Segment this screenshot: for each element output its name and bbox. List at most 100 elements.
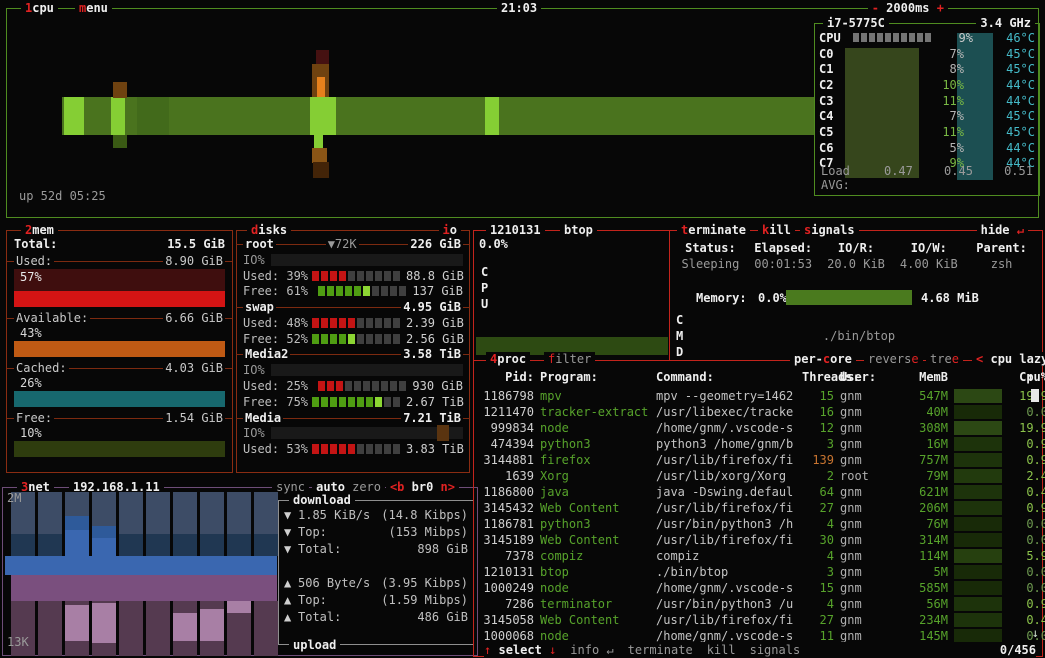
net-upload-column [200,601,224,656]
process-row[interactable]: 1186798mpvmpv --geometry=146215gnm547M19… [474,388,1034,404]
disks-io-toggle[interactable]: io [439,223,461,237]
process-row[interactable]: 3144881firefox/usr/lib/firefox/fi139gnm7… [474,452,1034,468]
per-core-toggle[interactable]: per-core [790,352,856,366]
mem-cached-bar [14,391,225,407]
cpu-graph-segment [314,135,323,149]
info-button[interactable]: info ↵ [570,643,613,657]
mem-stat-row: Cached:4.03 GiB [14,360,225,376]
disks-panel-title[interactable]: disks [247,223,291,237]
select-control[interactable]: ↑ select ↓ [484,643,556,657]
disk-io-row: IO% [243,252,463,268]
process-row[interactable]: 7378compizcompiz4gnm114M5.9 [474,548,1034,564]
disk-io-row: IO% [243,426,463,442]
sort-direction-icon[interactable]: ↑ [1027,370,1034,384]
detail-cpu-letter-u: U [481,297,488,311]
cpu-model: i7-5775C [823,16,889,30]
cpu-graph-segment [317,77,325,98]
cpu-graph-segment [310,97,336,135]
scroll-down-icon[interactable]: ↓ [1032,626,1039,640]
signals-button[interactable]: signals [800,223,859,237]
net-info-box: download upload ▼1.85 KiB/s(14.8 Kibps)▼… [278,500,474,645]
signals-footer-button[interactable]: signals [750,643,801,657]
net-panel: 3net 192.168.1.11 sync auto zero <b br0 … [2,487,478,656]
process-row[interactable]: 1639Xorg/usr/lib/xorg/Xorg2root79M2.4 [474,468,1034,484]
load-average: Load AVG: 0.47 0.45 0.51 [821,164,1033,192]
detail-cpu-pct: 0.0% [479,237,508,251]
kill-footer-button[interactable]: kill [707,643,736,657]
cpu-graph-segment [313,162,329,178]
cpu-mini-graph [954,485,1002,499]
hide-button[interactable]: hide ↵ [977,223,1028,237]
process-row[interactable]: 999834node/home/gnm/.vscode-s12gnm308M19… [474,420,1034,436]
process-row[interactable]: 7286terminator/usr/bin/python3 /u4gnm56M… [474,596,1034,612]
detail-values: Sleeping00:01:5320.0 KiB4.00 KiBzsh [674,257,1038,271]
detail-cmd-letter-m: M [676,329,683,343]
net-info-row: ▲Top:(1.59 Mibps) [279,591,473,608]
btop-app: 1cpu menu 21:03 - 2000ms + up 52d 05:25 … [0,0,1045,658]
net-upload-column [92,601,116,656]
reverse-toggle[interactable]: reverse [864,352,923,366]
process-row[interactable]: 3145189Web Content/usr/lib/firefox/fi30g… [474,532,1034,548]
scrollbar-thumb[interactable] [1031,389,1039,402]
cpu-mini-graph [954,469,1002,483]
process-row[interactable]: 1211470tracker-extract/usr/libexec/track… [474,404,1034,420]
net-info-row [279,557,473,574]
disk-meter-row: Used: 48%2.39 GiB [243,315,463,331]
sort-prev-icon[interactable]: < [976,352,983,366]
mem-used-graph: 57% [14,269,225,291]
selection-count: 0/456 [1000,643,1036,657]
disk-meter-row: Free: 75%2.67 TiB [243,394,463,410]
filter-button[interactable]: filter [544,352,595,366]
process-row[interactable]: 1186800javajava -Dswing.defaul64gnm621M0… [474,484,1034,500]
cpu-core-row: CPU9%46°C [815,30,1039,46]
mem-panel-title[interactable]: 2mem [21,223,58,237]
net-axis-bottom: 13K [7,635,29,649]
cpu-mini-graph [954,453,1002,467]
detail-command: ./bin/btop [694,329,1024,343]
process-row[interactable]: 1210131btop./bin/btop3gnm5M0.0 [474,564,1034,580]
proc-panel: 1210131 btop terminate kill signals hide… [473,230,1043,657]
net-upload-column [227,601,251,656]
process-row[interactable]: 3145432Web Content/usr/lib/firefox/fi27g… [474,500,1034,516]
disk-meter-row: Free: 61%137 GiB [243,283,463,299]
mem-stat-row: Free:1.54 GiB [14,410,225,426]
cpu-mini-graph [954,597,1002,611]
net-info-row: ▲Total:486 GiB [279,608,473,625]
net-info-row: ▼1.85 KiB/s(14.8 Kibps) [279,506,473,523]
net-interface-switcher[interactable]: <b br0 n> [386,480,459,494]
net-upload-column [38,601,62,656]
process-row[interactable]: 1000249node/home/gnm/.vscode-s15gnm585M0… [474,580,1034,596]
disk-meter-row: Used: 25%930 GiB [243,378,463,394]
kill-button[interactable]: kill [758,223,795,237]
net-upload-column [119,601,143,656]
net-zero-toggle[interactable]: zero [348,480,385,494]
uptime: up 52d 05:25 [19,189,106,203]
mem-used-bar [14,291,225,307]
process-row[interactable]: 1186781python3/usr/bin/python3 /h4gnm76M… [474,516,1034,532]
net-auto-toggle[interactable]: auto [312,480,349,494]
net-download-column [92,492,116,556]
terminate-footer-button[interactable]: terminate [628,643,693,657]
cpu-mini-graph [954,565,1002,579]
process-row[interactable]: 474394python3python3 /home/gnm/b3gnm16M0… [474,436,1034,452]
cpu-graph-segment [64,97,84,135]
cpu-mini-graph [954,581,1002,595]
net-upload-column [146,601,170,656]
net-info-row: ▼Top:(153 Mibps) [279,523,473,540]
sort-selector[interactable]: < cpu lazy > [972,352,1045,366]
cpu-graph-segment [316,50,329,65]
net-info-row: ▲506 Byte/s(3.95 Kibps) [279,574,473,591]
net-graph-strip [11,575,277,601]
proc-list-title[interactable]: 4proc [486,352,530,366]
process-row[interactable]: 3145058Web Content/usr/lib/firefox/fi27g… [474,612,1034,628]
cpu-mini-graph [954,629,1002,643]
detail-cpu-letter-p: P [481,281,488,295]
detail-memory-value: 4.68 MiB [921,291,979,305]
proc-table-header[interactable]: Pid: Program: Command: Threads: User: Me… [474,369,1034,385]
tree-toggle[interactable]: tree [926,352,963,366]
net-download-column [254,492,278,556]
selected-process-name: btop [560,223,597,237]
mem-stat-row: Used:8.90 GiB [14,253,225,269]
terminate-button[interactable]: terminate [677,223,750,237]
cpu-core-row: C511%45°C [815,124,1039,140]
